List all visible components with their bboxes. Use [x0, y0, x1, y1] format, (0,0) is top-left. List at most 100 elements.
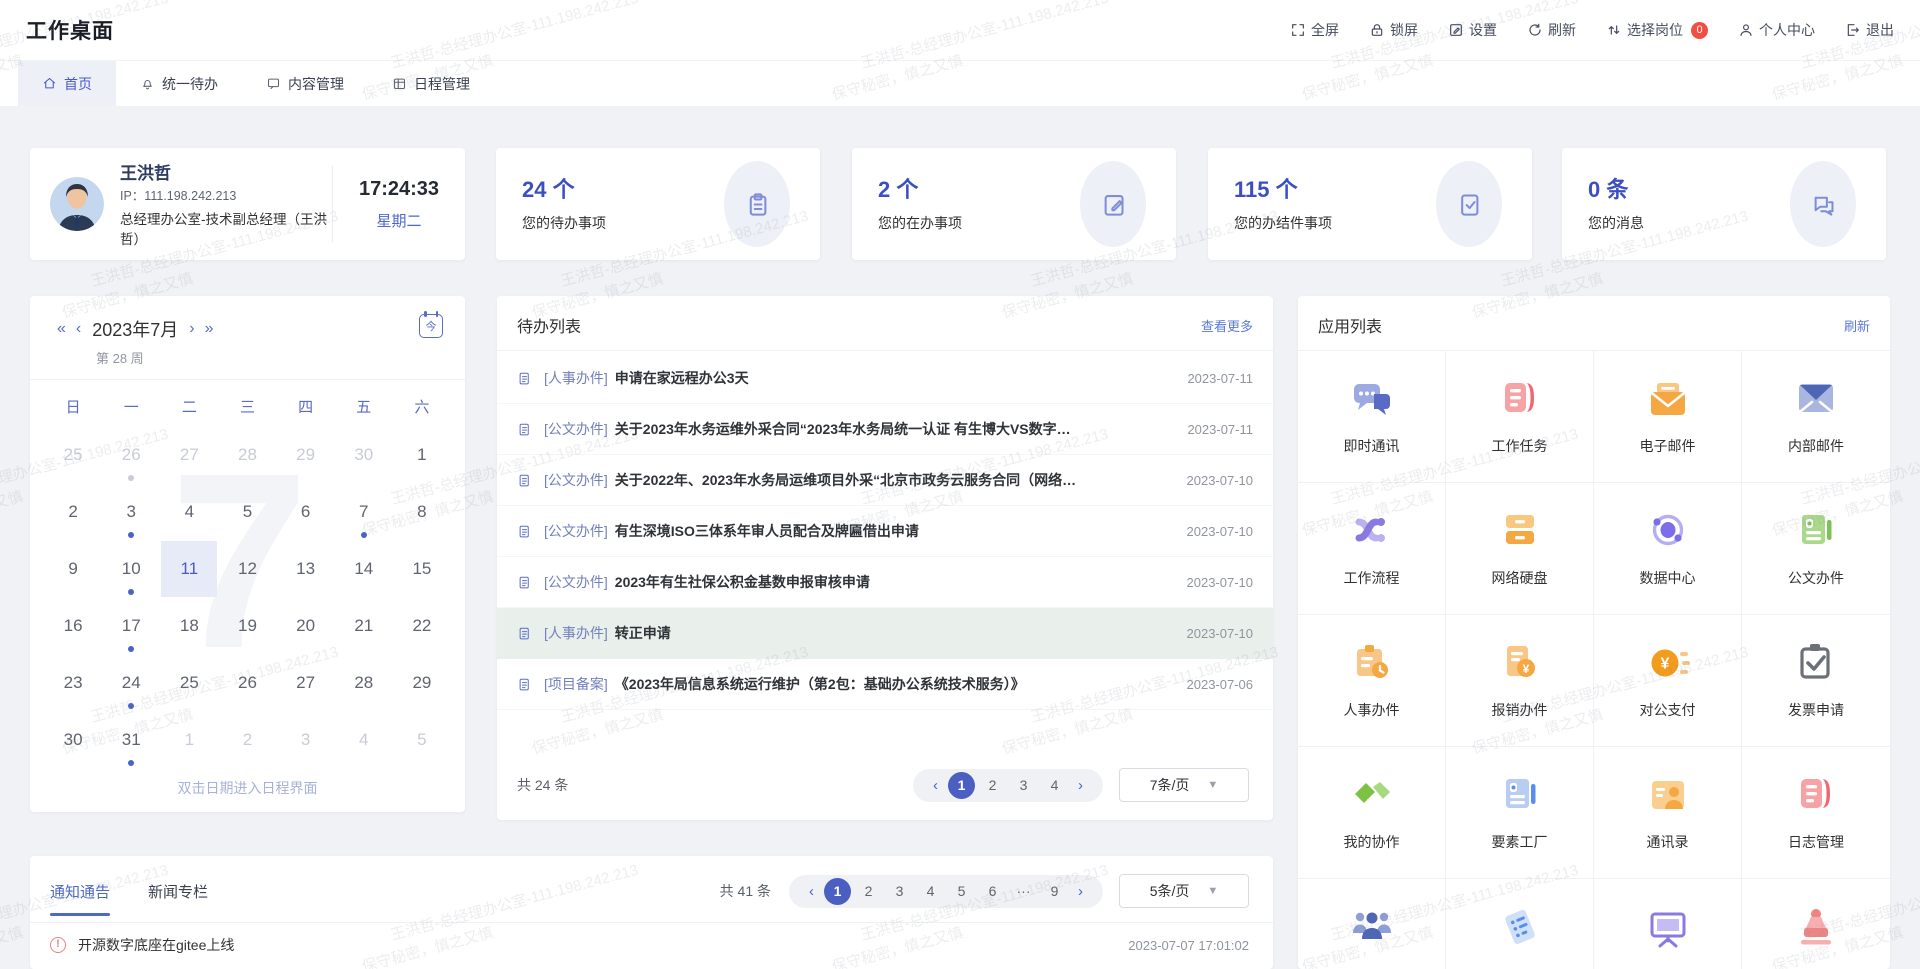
stat-card-3[interactable]: 0 条 您的消息	[1562, 148, 1886, 260]
page-current[interactable]: 1	[948, 772, 975, 799]
app-即时通讯[interactable]: 即时通讯	[1298, 351, 1446, 483]
header-logout[interactable]: 退出	[1845, 20, 1894, 40]
app-内部邮件[interactable]: 内部邮件	[1742, 351, 1890, 483]
calendar-day[interactable]: 5	[218, 483, 276, 540]
prev-year-button[interactable]: «	[52, 320, 71, 338]
todo-item[interactable]: [公文办件] 关于2023年水务运维外采合同“2023年水务局统一认证 有生博大…	[497, 404, 1273, 455]
calendar-day[interactable]: 27	[160, 426, 218, 483]
todo-page-size-select[interactable]: 7条/页 ▼	[1119, 768, 1249, 802]
today-icon[interactable]: 今	[419, 314, 443, 338]
notice-item[interactable]: ! 开源数字底座在gitee上线 2023-07-07 17:01:02	[30, 923, 1273, 967]
calendar-day[interactable]: 11	[160, 540, 218, 597]
calendar-day[interactable]: 21	[335, 597, 393, 654]
todo-next-page-button[interactable]: ›	[1072, 777, 1089, 794]
app-报销办件[interactable]: ¥ 报销办件	[1446, 615, 1594, 747]
page-button[interactable]: 2	[855, 878, 882, 905]
calendar-day[interactable]: 28	[335, 654, 393, 711]
app-公文办件[interactable]: 公文办件	[1742, 483, 1890, 615]
todo-item[interactable]: [公文办件] 有生深境ISO三体系年审人员配合及牌匾借出申请 2023-07-1…	[497, 506, 1273, 557]
calendar-day[interactable]: 3	[102, 483, 160, 540]
page-button[interactable]: 6	[979, 878, 1006, 905]
todo-item[interactable]: [公文办件] 关于2022年、2023年水务局运维项目外采“北京市政务云服务合同…	[497, 455, 1273, 506]
page-current[interactable]: 1	[824, 878, 851, 905]
calendar-day[interactable]: 7	[335, 483, 393, 540]
calendar-day[interactable]: 28	[218, 426, 276, 483]
header-select-post[interactable]: 选择岗位0	[1606, 20, 1708, 40]
tab-unified-todo[interactable]: 统一待办	[116, 61, 242, 106]
notice-prev-page-button[interactable]: ‹	[803, 883, 820, 900]
calendar-day[interactable]: 31	[102, 711, 160, 768]
app-工作任务[interactable]: 工作任务	[1446, 351, 1594, 483]
todo-prev-page-button[interactable]: ‹	[927, 777, 944, 794]
calendar-day[interactable]: 30	[335, 426, 393, 483]
app-工作流程[interactable]: 工作流程	[1298, 483, 1446, 615]
app-row5-19[interactable]	[1742, 879, 1890, 969]
app-我的协作[interactable]: 我的协作	[1298, 747, 1446, 879]
calendar-day[interactable]: 12	[218, 540, 276, 597]
page-button[interactable]: 4	[917, 878, 944, 905]
page-button[interactable]: 2	[979, 772, 1006, 799]
app-对公支付[interactable]: ¥ 对公支付	[1594, 615, 1742, 747]
app-数据中心[interactable]: 数据中心	[1594, 483, 1742, 615]
calendar-day[interactable]: 26	[218, 654, 276, 711]
calendar-day[interactable]: 1	[393, 426, 451, 483]
prev-month-button[interactable]: ‹	[71, 320, 86, 338]
app-日志管理[interactable]: 日志管理	[1742, 747, 1890, 879]
header-lock-screen[interactable]: 锁屏	[1369, 20, 1418, 40]
app-row5-18[interactable]	[1594, 879, 1742, 969]
app-通讯录[interactable]: 通讯录	[1594, 747, 1742, 879]
app-网络硬盘[interactable]: 网络硬盘	[1446, 483, 1594, 615]
calendar-day[interactable]: 8	[393, 483, 451, 540]
tab-schedule-mgmt[interactable]: 日程管理	[368, 61, 494, 106]
todo-item[interactable]: [人事办件] 申请在家远程办公3天 2023-07-11	[497, 353, 1273, 404]
calendar-day[interactable]: 10	[102, 540, 160, 597]
notice-tab-0[interactable]: 通知通告	[50, 881, 110, 916]
app-发票申请[interactable]: 发票申请	[1742, 615, 1890, 747]
page-button[interactable]: 9	[1041, 878, 1068, 905]
notice-tab-1[interactable]: 新闻专栏	[148, 881, 208, 916]
calendar-day[interactable]: 29	[277, 426, 335, 483]
calendar-day[interactable]: 27	[277, 654, 335, 711]
calendar-day[interactable]: 6	[277, 483, 335, 540]
apps-refresh-link[interactable]: 刷新	[1844, 316, 1870, 335]
calendar-day[interactable]: 16	[44, 597, 102, 654]
app-要素工厂[interactable]: 要素工厂	[1446, 747, 1594, 879]
app-电子邮件[interactable]: 电子邮件	[1594, 351, 1742, 483]
next-year-button[interactable]: »	[200, 320, 219, 338]
calendar-day[interactable]: 17	[102, 597, 160, 654]
calendar-day[interactable]: 2	[44, 483, 102, 540]
calendar-day[interactable]: 5	[393, 711, 451, 768]
calendar-day[interactable]: 2	[218, 711, 276, 768]
app-row5-17[interactable]	[1446, 879, 1594, 969]
header-personal-center[interactable]: 个人中心	[1738, 20, 1815, 40]
calendar-day[interactable]: 20	[277, 597, 335, 654]
page-button[interactable]: 3	[886, 878, 913, 905]
stat-card-0[interactable]: 24 个 您的待办事项	[496, 148, 820, 260]
page-button[interactable]: 4	[1041, 772, 1068, 799]
stat-card-1[interactable]: 2 个 您的在办事项	[852, 148, 1176, 260]
header-refresh[interactable]: 刷新	[1527, 20, 1576, 40]
notice-page-size-select[interactable]: 5条/页 ▼	[1119, 874, 1249, 908]
calendar-day[interactable]: 13	[277, 540, 335, 597]
calendar-day[interactable]: 24	[102, 654, 160, 711]
calendar-day[interactable]: 15	[393, 540, 451, 597]
calendar-day[interactable]: 26	[102, 426, 160, 483]
page-button[interactable]: 5	[948, 878, 975, 905]
calendar-day[interactable]: 14	[335, 540, 393, 597]
notice-next-page-button[interactable]: ›	[1072, 883, 1089, 900]
page-button[interactable]: 3	[1010, 772, 1037, 799]
tab-content-mgmt[interactable]: 内容管理	[242, 61, 368, 106]
calendar-day[interactable]: 23	[44, 654, 102, 711]
calendar-day[interactable]: 29	[393, 654, 451, 711]
calendar-day[interactable]: 4	[160, 483, 218, 540]
calendar-day[interactable]: 18	[160, 597, 218, 654]
next-month-button[interactable]: ›	[184, 320, 199, 338]
calendar-day[interactable]: 25	[160, 654, 218, 711]
avatar[interactable]	[50, 177, 104, 231]
app-row5-16[interactable]	[1298, 879, 1446, 969]
header-settings[interactable]: 设置	[1448, 20, 1497, 40]
calendar-day[interactable]: 30	[44, 711, 102, 768]
header-fullscreen[interactable]: 全屏	[1290, 20, 1339, 40]
tab-home[interactable]: 首页	[18, 61, 116, 106]
todo-item[interactable]: [项目备案] 《2023年局信息系统运行维护（第2包：基础办公系统技术服务）》 …	[497, 659, 1273, 710]
